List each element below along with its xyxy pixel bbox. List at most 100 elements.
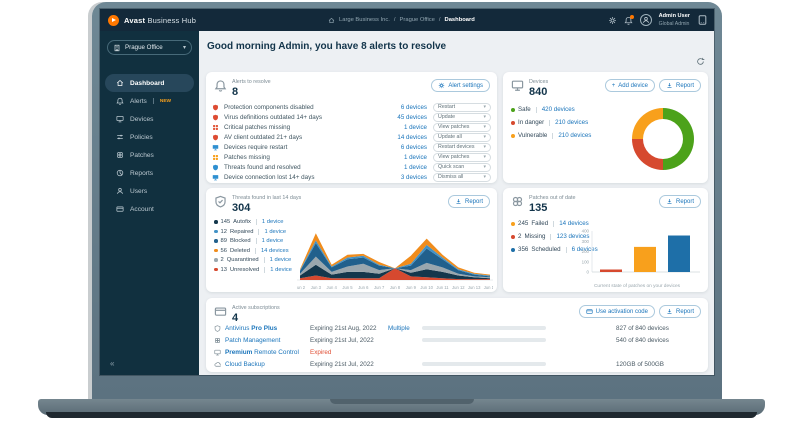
subscription-name[interactable]: Premium Remote Control [214,349,310,356]
legend-item: 13Unresolved 1 device [214,267,292,273]
download-icon [666,198,673,205]
shield-alert-icon [212,114,219,121]
gear-icon[interactable] [608,16,617,25]
svg-text:400: 400 [582,229,590,234]
use-activation-code-button[interactable]: Use activation code [579,305,655,318]
action-dropdown[interactable]: View patches▾ [433,123,491,132]
breadcrumb-item[interactable]: Large Business Inc. [339,17,390,23]
devices-link[interactable]: 1 device [270,267,292,273]
devices-link[interactable]: 210 devices [558,132,591,139]
breadcrumb-separator: / [439,17,441,23]
user-icon [642,16,650,24]
sidebar-item-policies[interactable]: Policies [105,128,194,146]
office-selector[interactable]: Prague Office ▾ [107,40,192,55]
action-dropdown[interactable]: Quick scan▾ [433,163,491,172]
chevron-down-icon: ▾ [483,154,486,160]
threats-area-chart: Jun 2Jun 3Jun 4Jun 5Jun 6Jun 7Jun 8Jun 9… [297,224,493,290]
report-button[interactable]: Report [659,79,701,92]
new-badge: NEW [160,99,171,104]
divider [264,267,265,273]
sidebar-collapse-button[interactable]: « [110,359,114,368]
sidebar-item-label: Policies [130,134,153,141]
sidebar-item-patches[interactable]: Patches [105,146,194,164]
devices-link[interactable]: 420 devices [542,106,575,113]
action-dropdown[interactable]: View patches▾ [433,153,491,162]
usage-progress [422,326,546,330]
devices-card-header: Devices 840 [511,79,548,98]
chevron-down-icon: ▾ [483,134,486,140]
download-icon [455,198,462,205]
devices-link[interactable]: 14 devices [559,220,589,227]
usage-text: 540 of 840 devices [546,337,700,344]
topbar-actions: Admin User Global Admin [608,9,708,31]
sidebar-item-reports[interactable]: Reports [105,164,194,182]
subscription-name[interactable]: Cloud Backup [214,361,310,368]
help-device-icon[interactable] [697,14,708,26]
download-icon [666,82,673,89]
patches-icon [212,154,219,161]
patches-icon [116,151,124,159]
add-device-button[interactable]: +Add device [605,79,655,92]
svg-text:Jun 5: Jun 5 [342,285,353,290]
subscription-row: Cloud Backup Expiring 21st Jul, 2022 120… [214,358,700,370]
action-dropdown[interactable]: Restart▾ [433,103,491,112]
sidebar-item-users[interactable]: Users [105,182,194,200]
refresh-icon[interactable] [696,57,705,66]
devices-link[interactable]: 14 devices [381,134,433,141]
svg-text:Jun 6: Jun 6 [358,285,369,290]
breadcrumb-item[interactable]: Prague Office [400,17,435,23]
legend-item: 12Repaired 1 device [214,229,292,235]
report-button[interactable]: Report [659,305,701,318]
subscription-name[interactable]: Antivirus Pro Plus [214,325,310,332]
divider [553,221,554,227]
breadcrumb: Large Business Inc. / Prague Office / Da… [328,9,475,31]
subscription-expiry: Expired [310,349,388,356]
devices-link[interactable]: 1 device [381,154,433,161]
page-title: Good morning Admin, you have 8 alerts to… [207,41,446,52]
devices-link[interactable]: 45 devices [381,114,433,121]
devices-link[interactable]: 1 device [262,219,284,225]
action-dropdown[interactable]: Update all▾ [433,133,491,142]
legend-dot [214,258,218,262]
devices-link[interactable]: 1 device [381,164,433,171]
sidebar-item-label: Patches [130,152,154,159]
svg-text:0: 0 [587,270,590,275]
alert-row: Threats found and resolved 1 device Quic… [212,162,491,172]
svg-text:Jun 9: Jun 9 [406,285,417,290]
report-button[interactable]: Report [659,195,701,208]
user-info[interactable]: Admin User Global Admin [659,13,690,27]
notifications-button[interactable] [624,16,633,25]
devices-link[interactable]: 1 device [264,229,286,235]
monitor-icon [214,349,221,356]
devices-link[interactable]: 14 devices [261,248,289,254]
multiple-link[interactable]: Multiple [388,325,422,332]
patches-bar-chart: 4003002001000 [576,228,702,280]
devices-link[interactable]: 1 device [381,124,433,131]
action-dropdown[interactable]: Restart devices▾ [433,143,491,152]
devices-link[interactable]: 210 devices [555,119,588,126]
alert-row: AV client outdated 21+ days 14 devices U… [212,132,491,142]
subscription-row: Premium Remote Control Expired [214,346,700,358]
divider [256,238,257,244]
alert-settings-button[interactable]: Alert settings [431,79,490,92]
subscription-name[interactable]: Patch Management [214,337,310,344]
devices-link[interactable]: 6 devices [381,144,433,151]
devices-link[interactable]: 3 devices [381,174,433,181]
sidebar-item-devices[interactable]: Devices [105,110,194,128]
action-dropdown[interactable]: Update▾ [433,113,491,122]
devices-link[interactable]: 1 device [262,238,284,244]
sidebar-item-dashboard[interactable]: Dashboard [105,74,194,92]
patches-icon [212,124,219,131]
laptop-mockup: Avast Business Hub Large Business Inc. /… [0,0,800,421]
svg-text:Jun 4: Jun 4 [327,285,338,290]
avatar[interactable] [640,14,652,26]
legend-item: 56Deleted 14 devices [214,248,292,254]
sidebar-item-alerts[interactable]: Alerts NEW [105,92,194,110]
report-button[interactable]: Report [448,195,490,208]
devices-link[interactable]: 6 devices [381,104,433,111]
action-dropdown[interactable]: Dismiss all▾ [433,173,491,182]
svg-text:300: 300 [582,239,590,244]
sidebar-item-account[interactable]: Account [105,200,194,218]
devices-link[interactable]: 1 device [270,257,292,263]
card-title: Devices [529,79,548,85]
